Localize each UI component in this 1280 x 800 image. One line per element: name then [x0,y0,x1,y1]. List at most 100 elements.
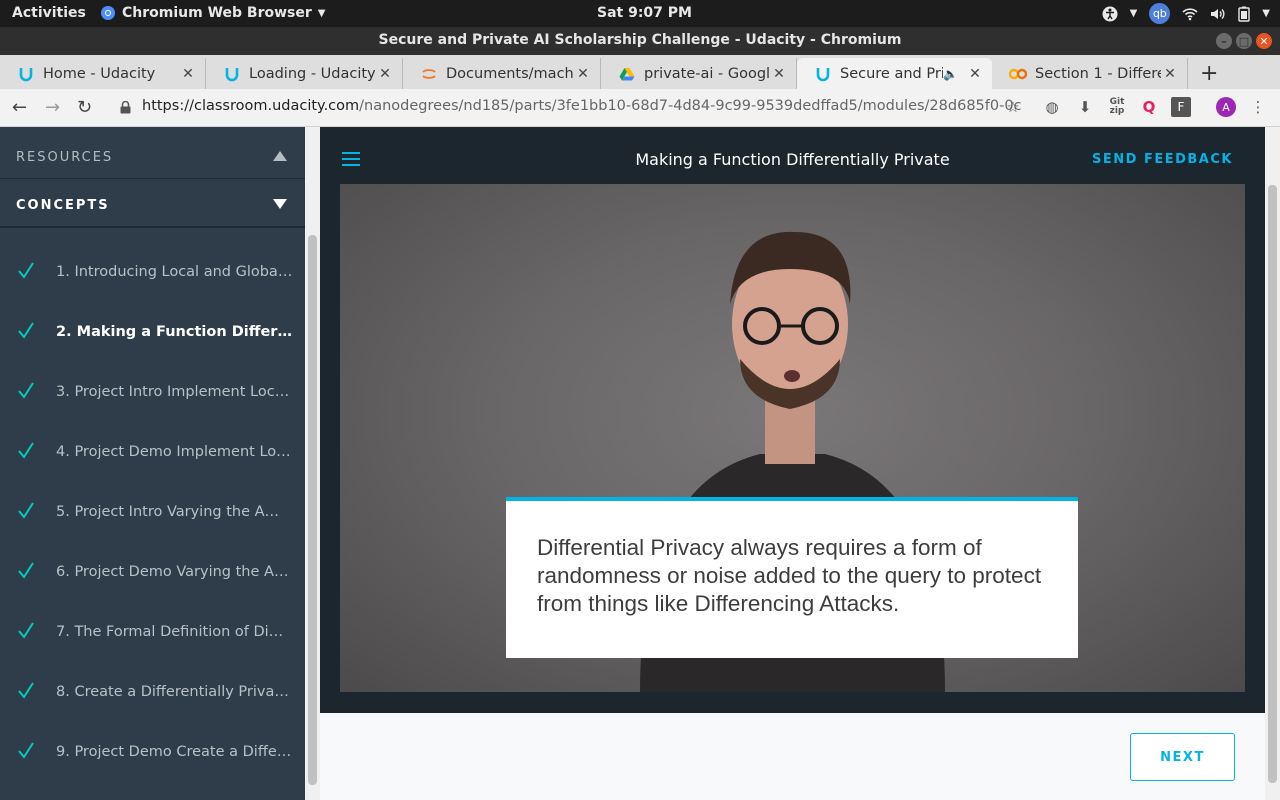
tab-label: Section 1 - Differen [1035,65,1161,82]
url-path: /nanodegrees/nd185/parts/3fe1bb10-68d7-4… [359,98,1022,114]
close-tab-icon[interactable]: ✕ [966,66,984,82]
check-icon [18,262,34,279]
udacity-icon [223,65,241,83]
concept-label: 6. Project Demo Varying the Amou... [56,564,293,580]
qbittorrent-icon[interactable]: qb [1149,3,1171,24]
bookmark-star-icon[interactable]: ☆ [1003,97,1023,117]
concept-item[interactable]: 5. Project Intro Varying the Amou... [0,483,305,543]
browser-tab[interactable]: Home - Udacity ✕ [0,58,206,89]
back-button[interactable]: ← [12,97,27,118]
concepts-section[interactable]: CONCEPTS [0,179,305,227]
caret-down-icon: ▼ [1129,8,1138,19]
forward-button[interactable]: → [45,97,60,118]
concept-item[interactable]: 8. Create a Differentially Private Q... [0,663,305,723]
download-icon[interactable]: ⬇ [1075,97,1095,117]
concept-label: 1. Introducing Local and Global Di... [56,264,293,280]
browser-toolbar: ← → ↻ https://classroom.udacity.com/nano… [0,89,1280,127]
browser-tab-active[interactable]: Secure and Priva 🔈 ✕ [797,58,992,89]
profile-avatar[interactable]: A [1216,97,1236,117]
address-bar[interactable]: https://classroom.udacity.com/nanodegree… [142,98,1022,120]
maximize-button[interactable]: □ [1236,33,1252,49]
check-icon [18,742,34,759]
tab-strip: Home - Udacity ✕ Loading - Udacity ✕ Doc… [0,55,1280,89]
concept-item[interactable]: 4. Project Demo Implement Local ... [0,423,305,483]
lock-icon[interactable] [120,101,131,114]
caret-up-icon [273,151,287,161]
gitzip-icon[interactable]: Git zip [1107,97,1127,117]
check-icon [18,562,34,579]
window-title: Secure and Private AI Scholarship Challe… [378,32,902,48]
concept-item[interactable]: 7. The Formal Definition of Differe... [0,603,305,663]
caption-card: Differential Privacy always requires a f… [506,497,1078,658]
send-feedback-link[interactable]: SEND FEEDBACK [1092,152,1233,167]
check-icon [18,682,34,699]
app-menu[interactable]: Chromium Web Browser ▼ [100,5,325,21]
clock[interactable]: Sat 9:07 PM [597,5,692,21]
tab-label: Documents/machir [446,65,574,82]
caption-text: Differential Privacy always requires a f… [537,535,1042,616]
google-drive-icon [618,65,636,83]
tab-label: Secure and Priva [840,65,944,82]
video-player[interactable]: Differential Privacy always requires a f… [340,184,1245,692]
scrollbar-thumb[interactable] [308,235,317,785]
system-top-bar: Activities Chromium Web Browser ▼ Sat 9:… [0,0,1280,27]
concept-item-active[interactable]: 2. Making a Function Differentiall... [0,303,305,363]
window-controls: – □ ✕ [1216,33,1272,49]
concept-label: 5. Project Intro Varying the Amou... [56,504,293,520]
url-domain: https://classroom.udacity.com [142,98,360,114]
divider [0,227,305,228]
extension-icon[interactable]: ◍ [1042,97,1062,117]
close-tab-icon[interactable]: ✕ [376,66,394,82]
minimize-button[interactable]: – [1216,33,1232,49]
app-name: Chromium Web Browser [122,5,312,21]
main-content: Making a Function Differentially Private… [320,127,1265,800]
concept-item[interactable]: 3. Project Intro Implement Local D... [0,363,305,423]
concept-label: 4. Project Demo Implement Local ... [56,444,293,460]
main-scrollbar[interactable] [1265,127,1280,800]
lesson-sidebar: RESOURCES CONCEPTS 1. Introducing Local … [0,127,305,800]
browser-tab[interactable]: private-ai - Google [ ✕ [601,58,797,89]
new-tab-button[interactable]: + [1200,61,1218,86]
concept-label: 8. Create a Differentially Private Q... [56,684,293,700]
accessibility-icon[interactable] [1102,6,1118,22]
speaker-icon[interactable]: 🔈 [943,67,958,81]
activities-button[interactable]: Activities [12,5,86,21]
check-icon [18,502,34,519]
close-tab-icon[interactable]: ✕ [770,66,788,82]
colab-icon [1009,65,1027,83]
scrollbar-thumb[interactable] [1268,185,1277,783]
udacity-icon [17,65,35,83]
tab-label: private-ai - Google [ [644,65,770,82]
browser-tab[interactable]: Documents/machir ✕ [403,58,601,89]
q-extension-icon[interactable]: Q [1139,97,1159,117]
caret-down-icon [273,199,287,209]
concept-label: 3. Project Intro Implement Local D... [56,384,293,400]
volume-icon[interactable] [1210,7,1226,21]
tab-label: Loading - Udacity [249,65,376,82]
close-tab-icon[interactable]: ✕ [574,66,592,82]
menu-kebab-icon[interactable]: ⋮ [1248,97,1268,117]
concept-label: 9. Project Demo Create a Different... [56,744,293,760]
wifi-icon[interactable] [1182,7,1198,21]
reload-button[interactable]: ↻ [77,97,92,118]
udacity-icon [814,65,832,83]
check-icon [18,382,34,399]
close-window-button[interactable]: ✕ [1256,33,1272,49]
sidebar-scrollbar[interactable] [305,127,320,800]
concept-item[interactable]: 1. Introducing Local and Global Di... [0,243,305,303]
concept-item[interactable]: 6. Project Demo Varying the Amou... [0,543,305,603]
check-icon [18,322,34,339]
chromium-icon [101,6,115,20]
next-button[interactable]: NEXT [1130,733,1235,781]
browser-tab[interactable]: Section 1 - Differen ✕ [992,58,1188,89]
f-extension-icon[interactable]: F [1171,97,1191,117]
close-tab-icon[interactable]: ✕ [1161,66,1179,82]
battery-icon[interactable] [1238,6,1250,22]
caret-down-icon: ▼ [1262,8,1270,19]
browser-tab[interactable]: Loading - Udacity ✕ [206,58,403,89]
concept-item[interactable]: 9. Project Demo Create a Different... [0,723,305,783]
close-tab-icon[interactable]: ✕ [179,66,197,82]
jupyter-icon [420,65,438,83]
system-tray[interactable]: ▼ qb ▼ [1102,3,1270,24]
resources-section[interactable]: RESOURCES [0,131,305,179]
